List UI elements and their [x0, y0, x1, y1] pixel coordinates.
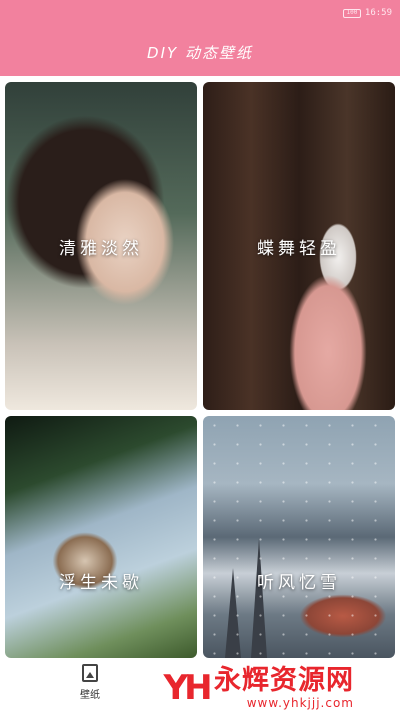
wallpaper-label: 清雅淡然 — [59, 239, 143, 259]
watermark: YH 永辉资源网 www.yhkjjj.com — [160, 662, 400, 713]
status-bar: 100 16:59 — [342, 6, 392, 20]
watermark-url: www.yhkjjj.com — [246, 695, 354, 710]
wallpaper-card-3[interactable]: 浮生未歇 — [5, 416, 197, 658]
status-time: 16:59 — [364, 8, 392, 18]
snow-overlay — [203, 416, 395, 658]
wallpaper-label: 浮生未歇 — [59, 573, 143, 593]
wallpaper-image — [5, 416, 197, 658]
watermark-text: 永辉资源网 www.yhkjjj.com — [214, 664, 354, 710]
wallpaper-label: 蝶舞轻盈 — [257, 239, 341, 259]
watermark-logo: YH — [163, 667, 212, 708]
page-title: DIY 动态壁纸 — [147, 44, 253, 62]
image-icon — [82, 664, 98, 682]
app-header: 100 16:59 DIY 动态壁纸 — [0, 0, 400, 76]
wallpaper-card-1[interactable]: 清雅淡然 — [5, 82, 197, 410]
wallpaper-card-4[interactable]: 听风忆雪 — [203, 416, 395, 658]
battery-icon: 100 — [342, 8, 361, 18]
watermark-title: 永辉资源网 — [214, 664, 354, 696]
wallpaper-label: 听风忆雪 — [257, 573, 341, 593]
wallpaper-card-2[interactable]: 蝶舞轻盈 — [203, 82, 395, 410]
nav-item-label: 壁纸 — [80, 690, 100, 701]
nav-item-wallpaper[interactable]: 壁纸 — [60, 664, 120, 701]
